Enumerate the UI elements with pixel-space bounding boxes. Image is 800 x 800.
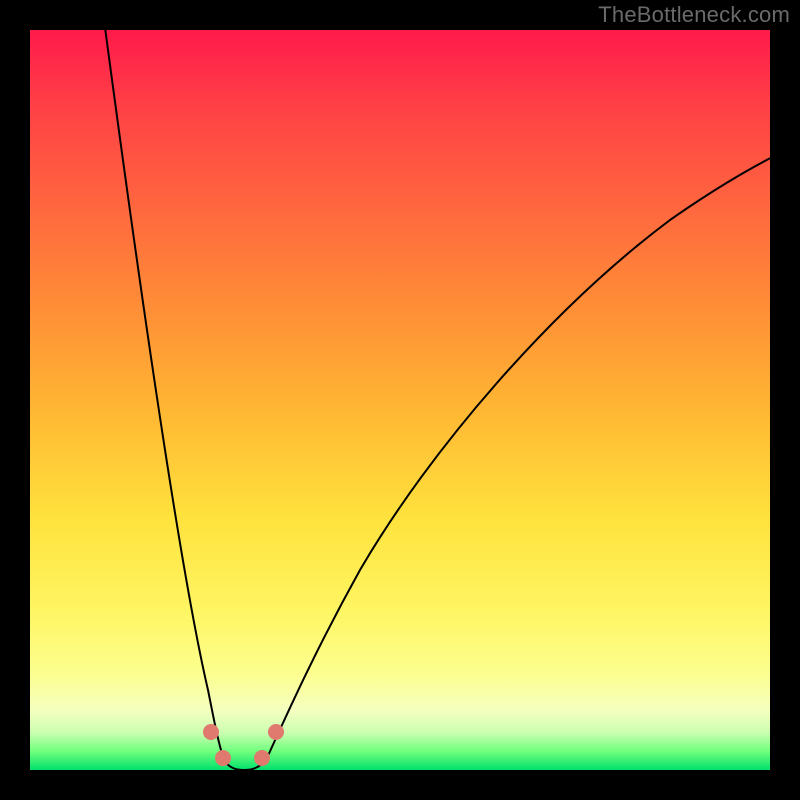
watermark-text: TheBottleneck.com: [598, 2, 790, 28]
marker-dot: [254, 750, 270, 766]
curve-left: [104, 30, 224, 760]
marker-dot: [268, 724, 284, 740]
plot-area: [30, 30, 770, 770]
frame: TheBottleneck.com: [0, 0, 800, 800]
curve-right: [266, 148, 770, 760]
marker-dot: [203, 724, 219, 740]
bottleneck-curve: [30, 30, 770, 770]
marker-dot: [215, 750, 231, 766]
